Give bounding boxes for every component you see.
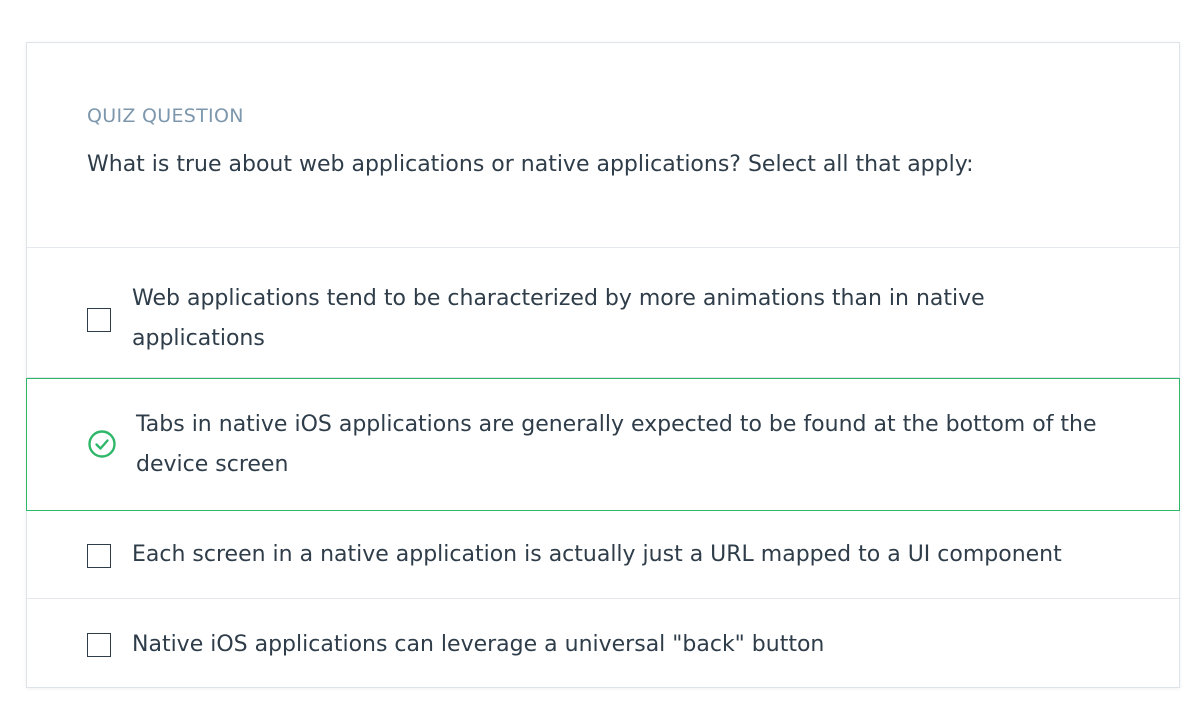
answer-option-3[interactable]: Each screen in a native application is a…: [27, 511, 1179, 599]
answer-label-4: Native iOS applications can leverage a u…: [132, 632, 825, 657]
answer-label-1: Web applications tend to be characterize…: [132, 286, 985, 351]
answer-option-2[interactable]: Tabs in native iOS applications are gene…: [26, 378, 1180, 511]
checkbox-icon[interactable]: [87, 633, 111, 657]
answer-label-3: Each screen in a native application is a…: [132, 542, 1062, 567]
question-section: QUIZ QUESTION What is true about web app…: [27, 43, 1179, 248]
quiz-card: QUIZ QUESTION What is true about web app…: [26, 42, 1180, 688]
checkbox-icon[interactable]: [87, 544, 111, 568]
quiz-question-eyebrow: QUIZ QUESTION: [87, 105, 244, 127]
answer-option-4[interactable]: Native iOS applications can leverage a u…: [27, 599, 1179, 688]
answer-option-1[interactable]: Web applications tend to be characterize…: [27, 248, 1179, 378]
check-circle-icon[interactable]: [87, 429, 117, 459]
answer-label-2: Tabs in native iOS applications are gene…: [136, 412, 1097, 477]
checkbox-icon[interactable]: [87, 308, 111, 332]
question-text: What is true about web applications or n…: [87, 152, 974, 177]
